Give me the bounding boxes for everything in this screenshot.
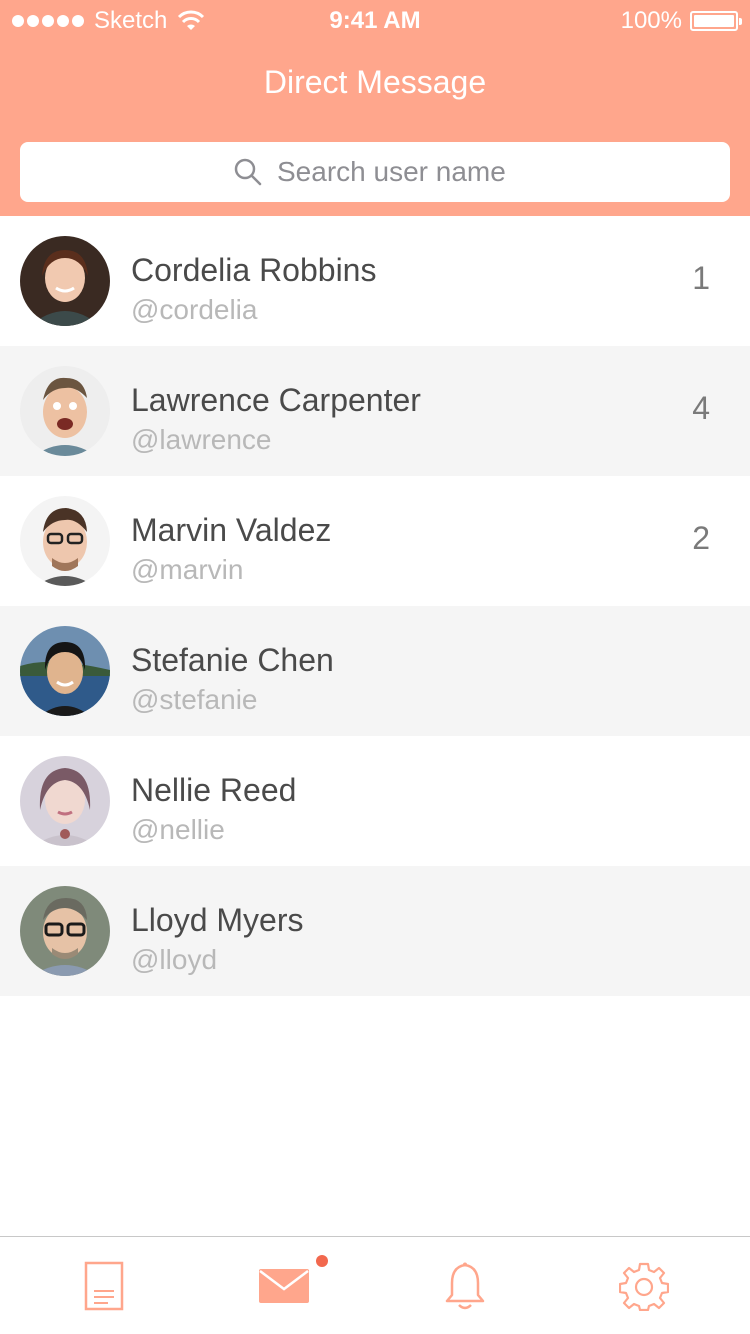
tab-settings[interactable] [550,1237,737,1334]
search-input[interactable] [277,156,517,188]
battery-icon [690,11,742,31]
contact-row[interactable]: Cordelia Robbins @cordelia 1 [0,216,750,346]
contact-name: Stefanie Chen [131,642,334,678]
contact-row[interactable]: Marvin Valdez @marvin 2 [0,476,750,606]
contact-row[interactable]: Lloyd Myers @lloyd [0,866,750,996]
contact-name: Nellie Reed [131,772,297,808]
search-bar[interactable] [20,142,730,202]
contact-row[interactable]: Lawrence Carpenter @lawrence 4 [0,346,750,476]
avatar [20,366,110,456]
battery-percentage: 100% [620,7,682,34]
contact-list: Cordelia Robbins @cordelia 1 Lawrence Ca… [0,216,750,996]
unread-count: 2 [692,520,710,556]
contact-row[interactable]: Stefanie Chen @stefanie [0,606,750,736]
bell-icon [445,1262,484,1310]
contact-row[interactable]: Nellie Reed @nellie [0,736,750,866]
avatar [20,756,110,846]
tab-messages[interactable] [190,1237,377,1334]
avatar [20,496,110,586]
contact-name: Cordelia Robbins [131,252,377,288]
contact-name: Lloyd Myers [131,902,304,938]
gear-icon [618,1262,669,1311]
tab-bar [0,1236,750,1334]
tab-documents[interactable] [10,1237,197,1334]
status-bar: Sketch 9:41 AM 100% [0,0,750,40]
contact-handle: @marvin [131,554,244,585]
contact-name: Lawrence Carpenter [131,382,421,418]
contact-handle: @lloyd [131,944,218,975]
contact-handle: @cordelia [131,294,258,325]
mail-icon [258,1269,309,1303]
unread-count: 1 [692,260,710,296]
document-icon [84,1261,123,1311]
status-right: 100% [620,7,742,35]
contact-handle: @nellie [131,814,225,845]
contact-name: Marvin Valdez [131,512,332,548]
avatar [20,886,110,976]
header: Sketch 9:41 AM 100% Direct Message [0,0,750,216]
page-title: Direct Message [263,64,487,100]
avatar [20,626,110,716]
tab-notifications[interactable] [371,1237,558,1334]
contact-handle: @lawrence [131,424,272,455]
avatar [20,236,110,326]
search-icon [234,158,262,186]
notification-dot [316,1255,328,1267]
contact-handle: @stefanie [131,684,258,715]
unread-count: 4 [692,390,710,426]
